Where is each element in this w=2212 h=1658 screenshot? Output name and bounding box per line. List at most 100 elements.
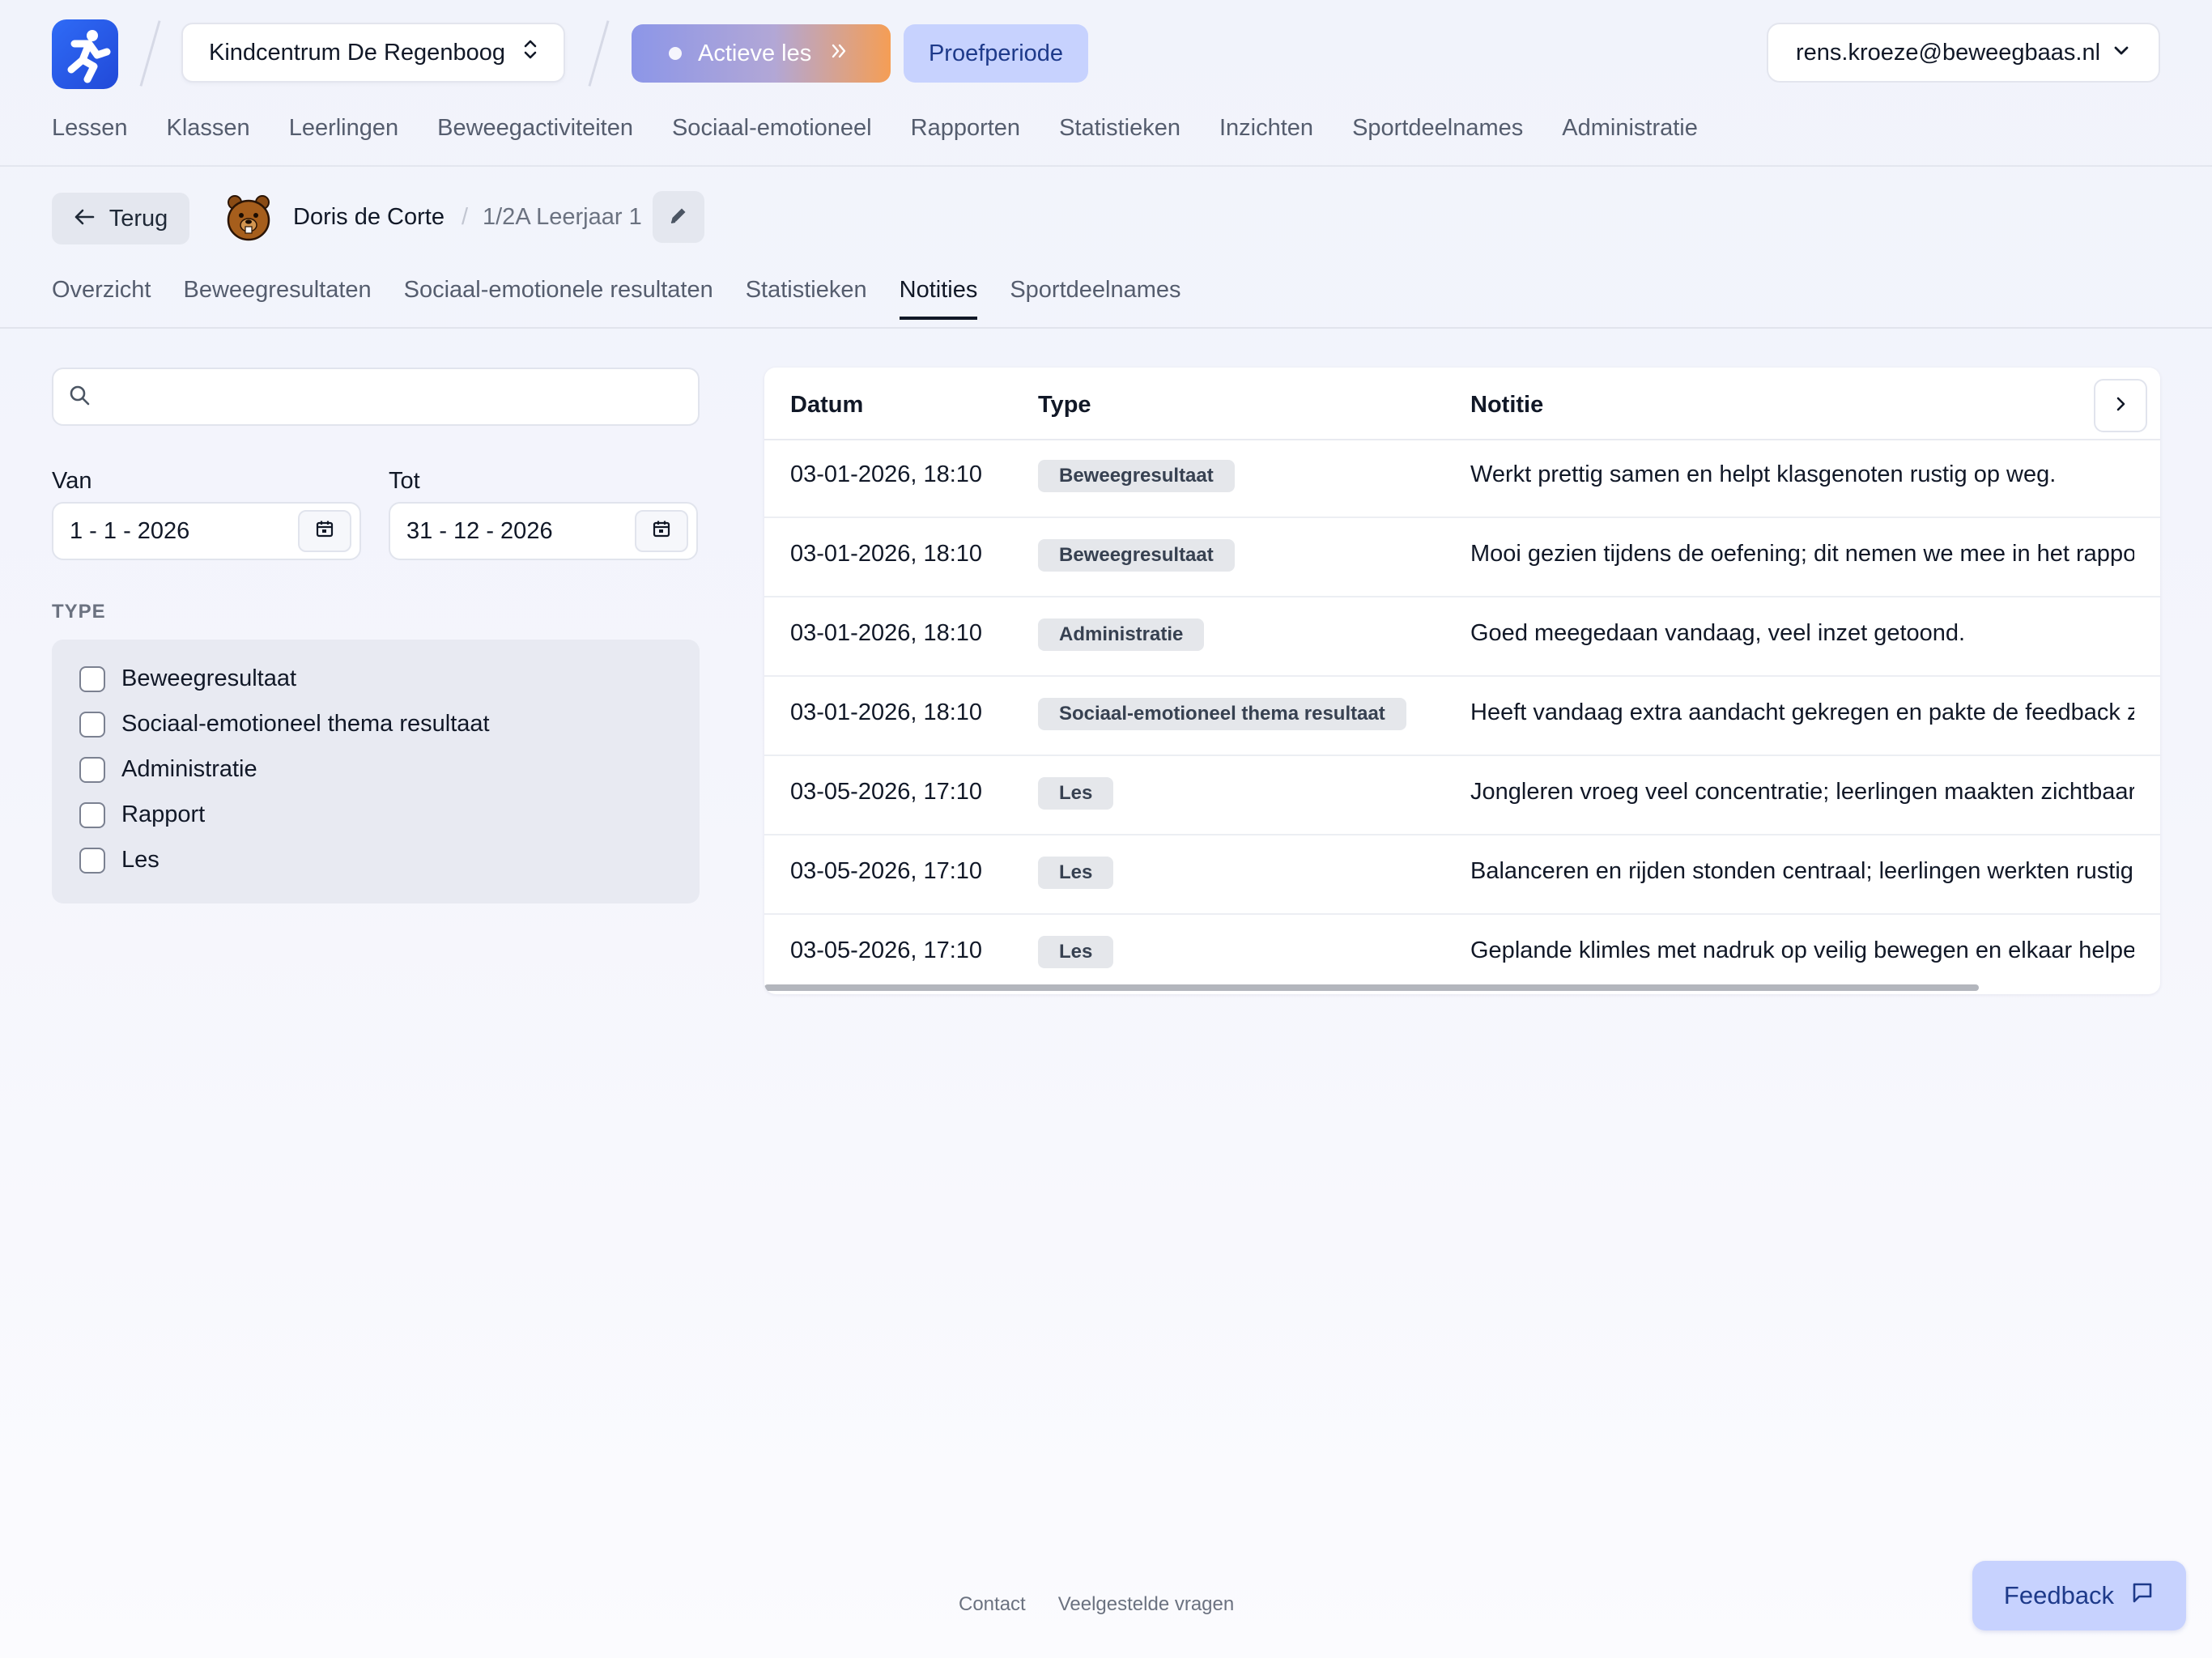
nav-sociaal-emotioneel[interactable]: Sociaal-emotioneel	[672, 115, 872, 142]
checkbox[interactable]	[79, 756, 105, 783]
nav-sportdeelnames[interactable]: Sportdeelnames	[1352, 115, 1523, 142]
edit-button[interactable]	[653, 191, 704, 243]
type-badge: Beweegresultaat	[1038, 539, 1235, 572]
checkbox[interactable]	[79, 801, 105, 828]
chevron-right-icon	[2112, 395, 2129, 417]
type-option-label: Sociaal-emotioneel thema resultaat	[121, 711, 490, 737]
beaver-avatar-icon	[225, 193, 272, 241]
main-nav: Lessen Klassen Leerlingen Beweegactivite…	[52, 115, 1698, 142]
search-icon	[68, 384, 91, 410]
type-option-label: Les	[121, 847, 160, 873]
row-note: Heeft vandaag extra aandacht gekregen en…	[1470, 699, 2134, 725]
chat-icon	[2130, 1580, 2155, 1611]
type-option-rapport[interactable]: Rapport	[79, 801, 205, 828]
table-row[interactable]: 03-05-2026, 17:10 Les Geplande klimles m…	[764, 915, 2160, 993]
scroll-right-button[interactable]	[2094, 379, 2147, 432]
nav-lessen[interactable]: Lessen	[52, 115, 128, 142]
type-badge: Les	[1038, 777, 1114, 810]
search-field[interactable]	[52, 368, 700, 426]
column-header-notitie[interactable]: Notitie	[1470, 392, 1543, 419]
row-date: 03-01-2026, 18:10	[790, 620, 983, 646]
from-date-value: 1 - 1 - 2026	[70, 517, 190, 544]
row-date: 03-01-2026, 18:10	[790, 461, 983, 487]
type-option-sociaal-emotioneel[interactable]: Sociaal-emotioneel thema resultaat	[79, 711, 490, 738]
nav-statistieken[interactable]: Statistieken	[1059, 115, 1180, 142]
back-button[interactable]: Terug	[52, 193, 189, 244]
footer-links: Contact Veelgestelde vragen	[959, 1593, 1234, 1616]
to-date-field[interactable]: 31 - 12 - 2026	[389, 502, 698, 560]
feedback-button[interactable]: Feedback	[1972, 1561, 2186, 1630]
updown-chevron-icon	[521, 37, 539, 68]
horizontal-scrollbar[interactable]	[764, 984, 1979, 991]
tab-sportdeelnames[interactable]: Sportdeelnames	[1010, 277, 1180, 304]
type-option-les[interactable]: Les	[79, 847, 160, 874]
type-filter-title: TYPE	[52, 601, 106, 623]
footer-link-faq[interactable]: Veelgestelde vragen	[1058, 1593, 1235, 1616]
table-row[interactable]: 03-01-2026, 18:10 Beweegresultaat Mooi g…	[764, 518, 2160, 597]
pencil-icon	[668, 205, 689, 230]
calendar-button[interactable]	[298, 510, 351, 552]
account-menu[interactable]: rens.kroeze@beweegbaas.nl	[1767, 23, 2160, 83]
row-note: Jongleren vroeg veel concentratie; leerl…	[1470, 779, 2134, 805]
school-selector[interactable]: Kindcentrum De Regenboog	[181, 23, 565, 83]
row-note: Geplande klimles met nadruk op veilig be…	[1470, 937, 2134, 963]
active-lesson-button[interactable]: Actieve les	[632, 24, 891, 83]
account-email: rens.kroeze@beweegbaas.nl	[1796, 39, 2101, 66]
type-filter-panel: Beweegresultaat Sociaal-emotioneel thema…	[52, 640, 700, 903]
table-row[interactable]: 03-01-2026, 18:10 Beweegresultaat Werkt …	[764, 439, 2160, 518]
type-option-beweegresultaat[interactable]: Beweegresultaat	[79, 665, 296, 692]
table-row[interactable]: 03-01-2026, 18:10 Administratie Goed mee…	[764, 597, 2160, 677]
tab-notities[interactable]: Notities	[899, 277, 977, 320]
tab-sociaal-emotionele-resultaten[interactable]: Sociaal-emotionele resultaten	[404, 277, 713, 304]
from-date-field[interactable]: 1 - 1 - 2026	[52, 502, 361, 560]
nav-inzichten[interactable]: Inzichten	[1219, 115, 1313, 142]
tab-overzicht[interactable]: Overzicht	[52, 277, 151, 304]
checkbox[interactable]	[79, 665, 105, 692]
row-date: 03-01-2026, 18:10	[790, 699, 983, 725]
tabs-divider-line	[0, 327, 2212, 329]
row-note: Balanceren en rijden stonden centraal; l…	[1470, 858, 2133, 884]
nav-administratie[interactable]: Administratie	[1562, 115, 1698, 142]
header-divider	[139, 20, 161, 87]
notes-table: Datum Type Notitie 03-01-2026, 18:10 Bew…	[764, 368, 2160, 994]
pupil-name: Doris de Corte	[293, 204, 445, 230]
from-label: Van	[52, 468, 92, 494]
row-note: Werkt prettig samen en helpt klasgenoten…	[1470, 461, 2057, 487]
nav-klassen[interactable]: Klassen	[167, 115, 250, 142]
calendar-icon	[315, 518, 334, 545]
row-date: 03-05-2026, 17:10	[790, 937, 983, 963]
type-badge: Beweegresultaat	[1038, 460, 1235, 492]
tab-statistieken[interactable]: Statistieken	[746, 277, 867, 304]
row-note: Goed meegedaan vandaag, veel inzet getoo…	[1470, 620, 1966, 646]
footer-link-contact[interactable]: Contact	[959, 1593, 1026, 1616]
row-note: Mooi gezien tijdens de oefening; dit nem…	[1470, 541, 2134, 567]
nav-leerlingen[interactable]: Leerlingen	[289, 115, 398, 142]
search-input[interactable]	[102, 383, 656, 410]
status-dot	[669, 47, 682, 60]
type-option-label: Rapport	[121, 801, 206, 827]
type-badge: Administratie	[1038, 619, 1205, 651]
column-header-type[interactable]: Type	[1038, 392, 1091, 419]
feedback-label: Feedback	[2003, 1581, 2115, 1609]
pupil-class[interactable]: 1/2A Leerjaar 1	[483, 204, 642, 231]
tab-beweegresultaten[interactable]: Beweegresultaten	[183, 277, 371, 304]
table-row[interactable]: 03-05-2026, 17:10 Les Balanceren en rijd…	[764, 835, 2160, 915]
type-badge: Les	[1038, 936, 1114, 968]
checkbox[interactable]	[79, 711, 105, 738]
type-option-administratie[interactable]: Administratie	[79, 756, 257, 783]
row-date: 03-05-2026, 17:10	[790, 779, 983, 805]
nav-beweegactiviteiten[interactable]: Beweegactiviteiten	[437, 115, 633, 142]
nav-rapporten[interactable]: Rapporten	[911, 115, 1020, 142]
trial-button[interactable]: Proefperiode	[904, 24, 1088, 83]
table-header: Datum Type Notitie	[764, 368, 2160, 440]
breadcrumb-separator: /	[462, 204, 469, 230]
pupil-tabs: Overzicht Beweegresultaten Sociaal-emoti…	[52, 277, 1181, 320]
logo-icon[interactable]	[52, 19, 118, 89]
double-chevron-icon	[829, 40, 849, 67]
table-row[interactable]: 03-01-2026, 18:10 Sociaal-emotioneel the…	[764, 677, 2160, 756]
table-row[interactable]: 03-05-2026, 17:10 Les Jongleren vroeg ve…	[764, 756, 2160, 835]
column-header-datum[interactable]: Datum	[790, 392, 863, 419]
checkbox[interactable]	[79, 847, 105, 874]
arrow-left-icon	[74, 206, 95, 232]
calendar-button[interactable]	[635, 510, 688, 552]
